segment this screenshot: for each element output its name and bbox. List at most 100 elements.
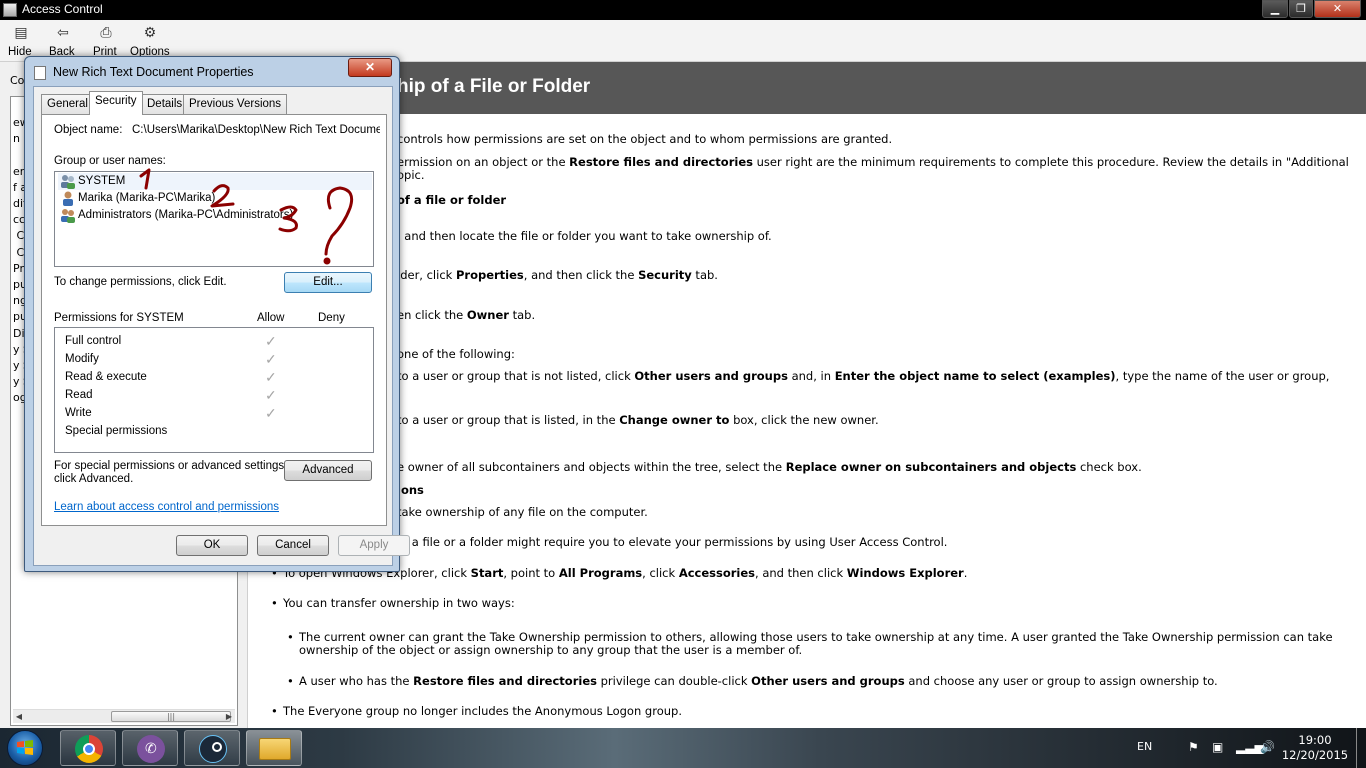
taskbar-windows-explorer[interactable] (246, 730, 302, 766)
taskbar-viber[interactable]: ✆ (122, 730, 178, 766)
system-tray: EN ⚑ ▣ ▂▃▅ 🔊 19:00 12/20/2015 (1130, 728, 1366, 768)
help-bold-term: Start (470, 566, 504, 580)
help-text-run: one of the following: (397, 347, 515, 361)
tab-details[interactable]: Details (141, 94, 189, 114)
learn-permissions-link[interactable]: Learn about access control and permissio… (54, 501, 279, 513)
user-icon (63, 191, 73, 206)
tab-general[interactable]: General (41, 94, 94, 114)
help-text-line: controls how permissions are set on the … (397, 132, 892, 146)
help-text-run: opic. (397, 168, 425, 182)
help-text-line: lder, click Properties, and then click t… (397, 268, 718, 282)
print-button[interactable]: ⎙ Print (93, 24, 119, 58)
options-button[interactable]: ⚙ Options (130, 24, 170, 58)
allow-checkmark-icon: ✓ (265, 351, 277, 367)
user-name: Marika (Marika-PC\Marika) (78, 192, 216, 204)
permissions-list[interactable]: Full control ✓ Modify ✓ Read & execute ✓… (54, 327, 374, 453)
permission-name: Modify (65, 353, 99, 365)
volume-icon[interactable]: 🔊 (1260, 740, 1275, 754)
group-user-list[interactable]: SYSTEM Marika (Marika-PC\Marika) Adminis… (54, 171, 374, 267)
help-text-run: A user who has the (299, 674, 414, 688)
taskbar: ✆ EN ⚑ ▣ ▂▃▅ 🔊 19:00 12/20/2015 (0, 728, 1366, 768)
back-arrow-icon: ⇦ (57, 24, 69, 40)
back-button[interactable]: ⇦ Back (49, 24, 77, 58)
edit-button[interactable]: Edit... (284, 272, 372, 293)
hide-button[interactable]: ▤ Hide (8, 24, 34, 58)
help-text-line: of a file or folder (397, 193, 506, 207)
permission-name: Special permissions (65, 425, 168, 437)
window-title: Access Control (22, 2, 103, 16)
apply-button[interactable]: Apply (338, 535, 410, 556)
help-content: hip of a File or Folder controls how per… (249, 62, 1366, 728)
allow-checkmark-icon: ✓ (265, 387, 277, 403)
tab-security[interactable]: Security (89, 91, 143, 115)
help-text-run: tab. (508, 308, 536, 322)
clock[interactable]: 19:00 12/20/2015 (1280, 733, 1350, 763)
tab-previous-versions[interactable]: Previous Versions (183, 94, 288, 114)
permission-row: Modify ✓ (65, 351, 365, 369)
windows-logo-icon (17, 740, 33, 755)
special-permissions-text: For special permissions or advanced sett… (54, 460, 288, 472)
help-bold-term: All Programs (558, 566, 643, 580)
removable-device-icon[interactable]: ▣ (1212, 740, 1223, 754)
help-text-line: e owner of all subcontainers and objects… (397, 460, 1142, 474)
help-bold-term: of a file or folder (397, 193, 507, 207)
advanced-button[interactable]: Advanced (284, 460, 372, 481)
permissions-for-label: Permissions for SYSTEM (54, 312, 184, 324)
help-text-line: of a file or a folder might require you … (397, 535, 947, 549)
help-bold-term: Windows Explorer (846, 566, 964, 580)
clock-date: 12/20/2015 (1281, 748, 1349, 762)
horizontal-scrollbar[interactable]: ◀ ||| ▶ (13, 709, 235, 723)
window-titlebar: Access Control ▁ ❐ ✕ (0, 0, 1366, 20)
help-bold-term: Other users and groups (751, 674, 905, 688)
help-heading: hip of a File or Folder (397, 76, 591, 97)
change-permissions-text: To change permissions, click Edit. (54, 276, 227, 288)
show-desktop-button[interactable] (1356, 728, 1366, 768)
object-name-label: Object name: (54, 124, 123, 136)
help-text-line: opic. (397, 168, 425, 182)
help-text-line: You can transfer ownership in two ways: (271, 596, 515, 610)
users-group-icon (61, 175, 75, 189)
minimize-button[interactable]: ▁ (1262, 0, 1288, 18)
permission-row: Special permissions (65, 423, 365, 441)
start-button[interactable] (2, 730, 48, 766)
action-center-flag-icon[interactable]: ⚑ (1188, 740, 1199, 754)
permission-name: Full control (65, 335, 122, 347)
close-button[interactable]: ✕ (1314, 0, 1361, 18)
dialog-close-button[interactable]: ✕ (348, 58, 392, 77)
ok-button[interactable]: OK (176, 535, 248, 556)
contents-tab[interactable]: Co (10, 74, 24, 87)
hide-icon: ▤ (14, 24, 28, 40)
help-text-run: The current owner can grant the Take Own… (299, 630, 1333, 644)
scroll-right-icon[interactable]: ▶ (223, 710, 235, 724)
user-row-administrators[interactable]: Administrators (Marika-PC\Administrators… (58, 207, 372, 224)
help-bold-term: Enter the object name to select (example… (834, 369, 1116, 383)
taskbar-steam[interactable] (184, 730, 240, 766)
deny-column-header: Deny (318, 312, 345, 324)
allow-checkmark-icon: ✓ (265, 333, 277, 349)
help-text-line: A user who has the Restore files and dir… (287, 674, 1218, 688)
scrollbar-thumb[interactable]: ||| (111, 711, 231, 722)
cancel-button[interactable]: Cancel (257, 535, 329, 556)
user-row-system[interactable]: SYSTEM (58, 173, 372, 190)
help-text-run: , and then locate the file or folder you… (397, 229, 772, 243)
user-row-marika[interactable]: Marika (Marika-PC\Marika) (58, 190, 372, 207)
help-text-run: ermission on an object or the (397, 155, 570, 169)
permission-row: Read ✓ (65, 387, 365, 405)
help-text-line: to a user or group that is not listed, c… (397, 369, 1329, 383)
permission-name: Write (65, 407, 92, 419)
help-text-line: ermission on an object or the Restore fi… (397, 155, 1349, 169)
help-text-run: The Everyone group no longer includes th… (283, 704, 682, 718)
allow-column-header: Allow (257, 312, 285, 324)
help-text-run: privilege can double-click (596, 674, 752, 688)
permission-row: Full control ✓ (65, 333, 365, 351)
help-text-run: check box. (1076, 460, 1142, 474)
help-bold-term: Replace owner on subcontainers and objec… (785, 460, 1077, 474)
taskbar-chrome[interactable] (60, 730, 116, 766)
help-text-run: and, in (787, 369, 835, 383)
language-indicator[interactable]: EN (1137, 740, 1152, 753)
scroll-left-icon[interactable]: ◀ (13, 710, 25, 724)
help-text-line: ions (397, 483, 424, 497)
maximize-button[interactable]: ❐ (1289, 0, 1313, 18)
group-names-label: Group or user names: (54, 155, 166, 167)
users-group-icon (61, 209, 75, 223)
